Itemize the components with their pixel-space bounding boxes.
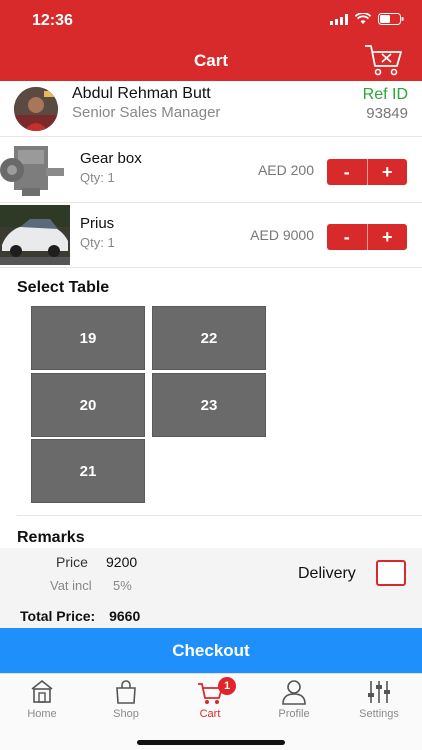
total-price-label: Total Price:	[20, 608, 96, 624]
table-option-20[interactable]: 20	[31, 373, 145, 437]
shopping-bag-icon	[116, 680, 136, 704]
tab-label: Settings	[359, 708, 399, 720]
table-grid: 19 22 20 23 21	[31, 306, 267, 506]
tab-shop[interactable]: Shop	[84, 678, 168, 726]
tab-label: Profile	[278, 708, 310, 720]
sliders-icon	[368, 681, 390, 703]
table-option-23[interactable]: 23	[152, 373, 266, 437]
tab-label: Cart	[199, 708, 221, 720]
table-option-19[interactable]: 19	[31, 306, 145, 370]
increase-qty-button[interactable]: +	[368, 159, 408, 185]
quantity-stepper: - +	[327, 159, 407, 185]
price-value: 9200	[106, 554, 138, 570]
decrease-qty-button[interactable]: -	[327, 159, 368, 185]
vat-label: Vat incl	[50, 578, 92, 593]
tab-profile[interactable]: Profile	[252, 678, 336, 726]
profile-icon	[282, 680, 306, 705]
ref-id-label: Ref ID	[362, 86, 408, 103]
signal-icon	[330, 13, 348, 25]
tab-settings[interactable]: Settings	[337, 678, 421, 726]
ref-id-value: 93849	[366, 105, 408, 122]
price-label: Price	[56, 554, 88, 570]
cart-badge: 1	[218, 677, 236, 695]
item-price: AED 9000	[250, 227, 314, 243]
quantity-stepper: - +	[327, 224, 407, 250]
tab-label: Home	[27, 708, 57, 720]
select-table-title: Select Table	[17, 279, 110, 296]
cart-item: Gear box Qty: 1 AED 200 - +	[0, 138, 422, 203]
order-summary: Price 9200 Vat incl 5% Delivery Total Pr…	[0, 548, 422, 628]
delivery-checkbox[interactable]	[376, 560, 406, 586]
item-image-prius	[0, 205, 70, 265]
checkout-button[interactable]: Checkout	[0, 628, 422, 673]
user-profile-row: Abdul Rehman Butt Senior Sales Manager R…	[0, 81, 422, 137]
app-header: 12:36 Cart	[0, 0, 422, 81]
tab-bar: Home Shop 1 Cart Profile Settings	[0, 673, 422, 750]
total-price: Total Price: 9660	[20, 608, 140, 624]
user-name: Abdul Rehman Butt	[72, 85, 211, 102]
cart-item: Prius Qty: 1 AED 9000 - +	[0, 203, 422, 268]
wifi-icon	[355, 13, 371, 24]
page-title: Cart	[193, 51, 228, 70]
increase-qty-button[interactable]: +	[368, 224, 408, 250]
decrease-qty-button[interactable]: -	[327, 224, 368, 250]
vat-value: 5%	[113, 578, 132, 593]
status-icons	[330, 13, 404, 25]
user-role: Senior Sales Manager	[72, 104, 221, 121]
battery-icon	[378, 13, 404, 25]
item-name: Gear box	[80, 150, 142, 167]
item-name: Prius	[80, 215, 115, 232]
tab-home[interactable]: Home	[0, 678, 84, 726]
item-qty: Qty: 1	[80, 235, 115, 250]
table-option-21[interactable]: 21	[31, 439, 145, 503]
item-qty: Qty: 1	[80, 170, 115, 185]
tab-cart[interactable]: 1 Cart	[168, 677, 252, 726]
item-image-gearbox	[0, 140, 70, 200]
tab-label: Shop	[113, 708, 139, 720]
status-bar: 12:36	[0, 0, 422, 40]
item-price: AED 200	[257, 162, 314, 178]
table-option-22[interactable]: 22	[152, 306, 266, 370]
divider	[17, 515, 422, 516]
remarks-title: Remarks	[17, 529, 85, 546]
home-indicator	[137, 740, 285, 745]
avatar	[14, 87, 58, 131]
total-price-value: 9660	[109, 608, 141, 624]
status-time: 12:36	[32, 12, 73, 29]
delivery-label: Delivery	[298, 565, 356, 582]
home-icon	[31, 679, 53, 703]
cart-clear-icon[interactable]	[364, 43, 404, 77]
